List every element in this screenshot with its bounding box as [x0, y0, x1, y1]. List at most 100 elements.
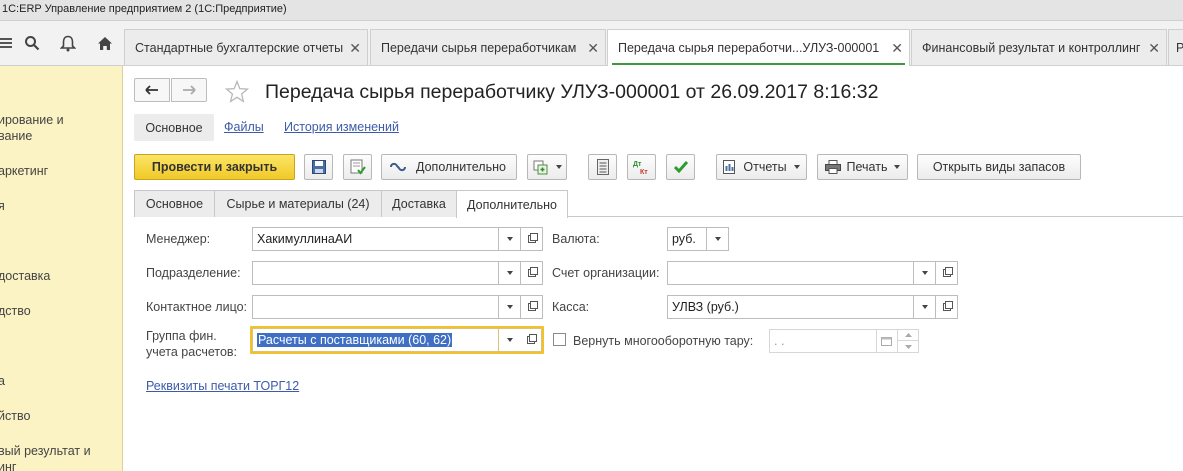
sidebar-item-finance[interactable]: а — [0, 373, 5, 389]
currency-field[interactable]: руб. — [667, 227, 707, 251]
fin-group-open-button[interactable] — [520, 328, 542, 352]
bell-icon[interactable] — [53, 21, 83, 65]
tab-label: Финансовый результат и контроллинг — [922, 40, 1141, 55]
department-open-button[interactable] — [521, 261, 543, 285]
create-based-icon — [533, 160, 547, 174]
contact-label: Контактное лицо: — [146, 300, 248, 314]
nav-files[interactable]: Файлы — [224, 120, 264, 134]
tab-raw-transfer-document[interactable]: Передача сырья переработчи...УЛУЗ-000001… — [607, 29, 910, 66]
close-icon[interactable]: ✕ — [1148, 40, 1160, 57]
sidebar-item-marketing[interactable]: аркетинг — [0, 163, 48, 179]
window-titlebar: 1С:ERP Управление предприятием 2 (1С:Пре… — [0, 0, 1183, 21]
sidebar-item-sales[interactable]: я — [0, 198, 5, 214]
date-spin-up[interactable] — [898, 329, 919, 341]
org-account-open-button[interactable] — [936, 261, 958, 285]
cashbox-dropdown[interactable] — [914, 295, 936, 319]
favorite-star-icon[interactable] — [224, 79, 250, 106]
tab-delivery[interactable]: Доставка — [381, 190, 457, 217]
fin-group-field[interactable]: Расчеты с поставщиками (60, 62) — [252, 328, 499, 352]
window-title: 1С:ERP Управление предприятием 2 (1С:Пре… — [2, 3, 287, 15]
tab-raw-materials[interactable]: Сырье и материалы (24) — [214, 190, 382, 217]
floppy-disk-icon — [311, 160, 326, 174]
nav-main[interactable]: Основное — [134, 114, 214, 141]
manager-open-button[interactable] — [521, 227, 543, 251]
tab-overflow[interactable]: Р — [1168, 29, 1183, 65]
printer-icon — [824, 160, 841, 174]
save-button[interactable] — [304, 154, 333, 180]
fin-group-dropdown[interactable] — [499, 328, 521, 352]
post-and-close-button[interactable]: Провести и закрыть — [134, 154, 295, 180]
org-account-field[interactable] — [667, 261, 914, 285]
nav-history[interactable]: История изменений — [284, 120, 399, 134]
post-button[interactable] — [343, 154, 372, 180]
fin-group-value: Расчеты с поставщиками (60, 62) — [257, 333, 453, 347]
tab-label: Передачи сырья переработчикам — [381, 40, 577, 55]
open-stock-types-button[interactable]: Открыть виды запасов — [917, 154, 1081, 180]
chevron-down-icon — [904, 344, 912, 349]
tab-financial-result[interactable]: Финансовый результат и контроллинг ✕ — [911, 29, 1167, 65]
sidebar-item-production[interactable]: дство — [0, 303, 31, 319]
department-dropdown[interactable] — [499, 261, 521, 285]
sidebar-item-economy[interactable]: йство — [0, 408, 30, 424]
department-label: Подразделение: — [146, 266, 241, 280]
check-button[interactable] — [666, 154, 695, 180]
tab-standard-reports[interactable]: Стандартные бухгалтерские отчеты ✕ — [124, 29, 368, 65]
create-based-on-button[interactable] — [527, 154, 567, 180]
return-tare-label: Вернуть многооборотную тару: — [573, 334, 754, 348]
manager-field[interactable]: ХакимуллинаАИ — [252, 227, 499, 251]
cashbox-label: Касса: — [552, 300, 590, 314]
link-document-icon — [390, 162, 406, 172]
home-icon[interactable] — [90, 21, 120, 65]
chevron-down-icon — [793, 165, 800, 169]
tab-main[interactable]: Основное — [134, 190, 215, 217]
page-title: Передача сырья переработчику УЛУЗ-000001… — [265, 81, 879, 103]
sidebar-item-fin-result-cont[interactable]: инг — [0, 459, 16, 471]
chevron-up-icon — [904, 333, 912, 337]
cashbox-field[interactable]: УЛВЗ (руб.) — [667, 295, 914, 319]
chevron-down-icon — [555, 165, 562, 169]
date-spin-down[interactable] — [898, 341, 919, 353]
arrow-left-icon — [145, 85, 158, 95]
calendar-button[interactable] — [876, 329, 898, 353]
tab-label: Р — [1176, 40, 1183, 55]
dt-kt-icon: Дт Кт — [633, 161, 648, 175]
tab-raw-transfers-list[interactable]: Передачи сырья переработчикам ✕ — [370, 29, 606, 65]
print-requisites-link[interactable]: Реквизиты печати ТОРГ12 — [146, 379, 299, 393]
more-button[interactable]: Дополнительно — [381, 154, 517, 180]
cashbox-open-button[interactable] — [936, 295, 958, 319]
active-tab-indicator — [612, 63, 905, 65]
department-field[interactable] — [252, 261, 499, 285]
calendar-icon — [881, 337, 892, 346]
sidebar-item-planning[interactable]: ирование и — [0, 112, 64, 128]
chevron-down-icon — [506, 338, 513, 342]
close-icon[interactable]: ✕ — [587, 40, 599, 57]
close-icon[interactable]: ✕ — [349, 40, 361, 57]
dt-kt-button[interactable]: Дт Кт — [627, 154, 656, 180]
document-list-button[interactable] — [588, 154, 617, 180]
sidebar-item-fin-result[interactable]: вый результат и — [0, 443, 91, 459]
arrow-right-icon — [183, 85, 196, 95]
print-button[interactable]: Печать — [817, 154, 908, 180]
sidebar-item-delivery[interactable]: доставка — [0, 268, 50, 284]
chevron-down-icon — [506, 237, 513, 241]
tab-label: Стандартные бухгалтерские отчеты — [135, 40, 344, 55]
org-account-dropdown[interactable] — [914, 261, 936, 285]
sections-sidebar: ирование и вание аркетинг я доставка дст… — [0, 66, 123, 471]
currency-dropdown[interactable] — [707, 227, 729, 251]
contact-open-button[interactable] — [521, 295, 543, 319]
tab-additional[interactable]: Дополнительно — [456, 190, 568, 218]
forward-button[interactable] — [171, 78, 207, 102]
reports-button[interactable]: Отчеты — [716, 154, 807, 180]
manager-dropdown[interactable] — [499, 227, 521, 251]
return-tare-checkbox[interactable] — [553, 333, 566, 346]
reports-button-label: Отчеты — [743, 160, 787, 174]
list-icon — [596, 159, 609, 175]
contact-dropdown[interactable] — [499, 295, 521, 319]
contact-field[interactable] — [252, 295, 499, 319]
back-button[interactable] — [134, 78, 170, 102]
close-icon[interactable]: ✕ — [891, 40, 903, 57]
sidebar-item-planning-cont[interactable]: вание — [0, 128, 32, 144]
chevron-down-icon — [894, 165, 901, 169]
search-icon[interactable] — [17, 21, 47, 65]
return-date-field[interactable]: . . — [769, 329, 877, 353]
